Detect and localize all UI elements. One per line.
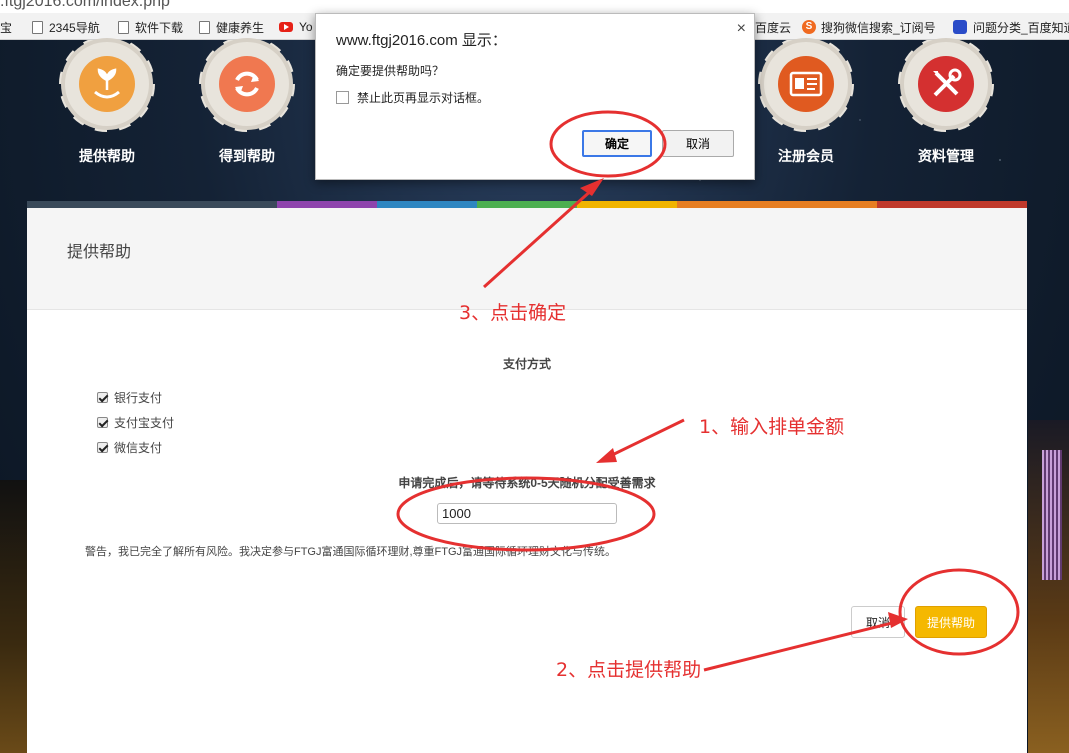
highlight-submit-circle bbox=[898, 568, 1020, 656]
arrow-to-amount bbox=[605, 418, 685, 460]
arrow-to-submit bbox=[703, 620, 897, 672]
highlight-ok-circle bbox=[549, 110, 667, 178]
annotation-step1: 1、输入排单金额 bbox=[699, 416, 845, 438]
annotation-overlay bbox=[396, 110, 1020, 672]
highlight-amount-circle bbox=[396, 476, 656, 552]
arrowhead bbox=[596, 448, 617, 463]
annotation-step3: 3、点击确定 bbox=[459, 302, 567, 324]
arrowhead bbox=[580, 178, 604, 196]
arrowhead bbox=[888, 612, 908, 628]
annotation-step2: 2、点击提供帮助 bbox=[556, 659, 702, 681]
arrow-to-ok bbox=[482, 186, 596, 289]
